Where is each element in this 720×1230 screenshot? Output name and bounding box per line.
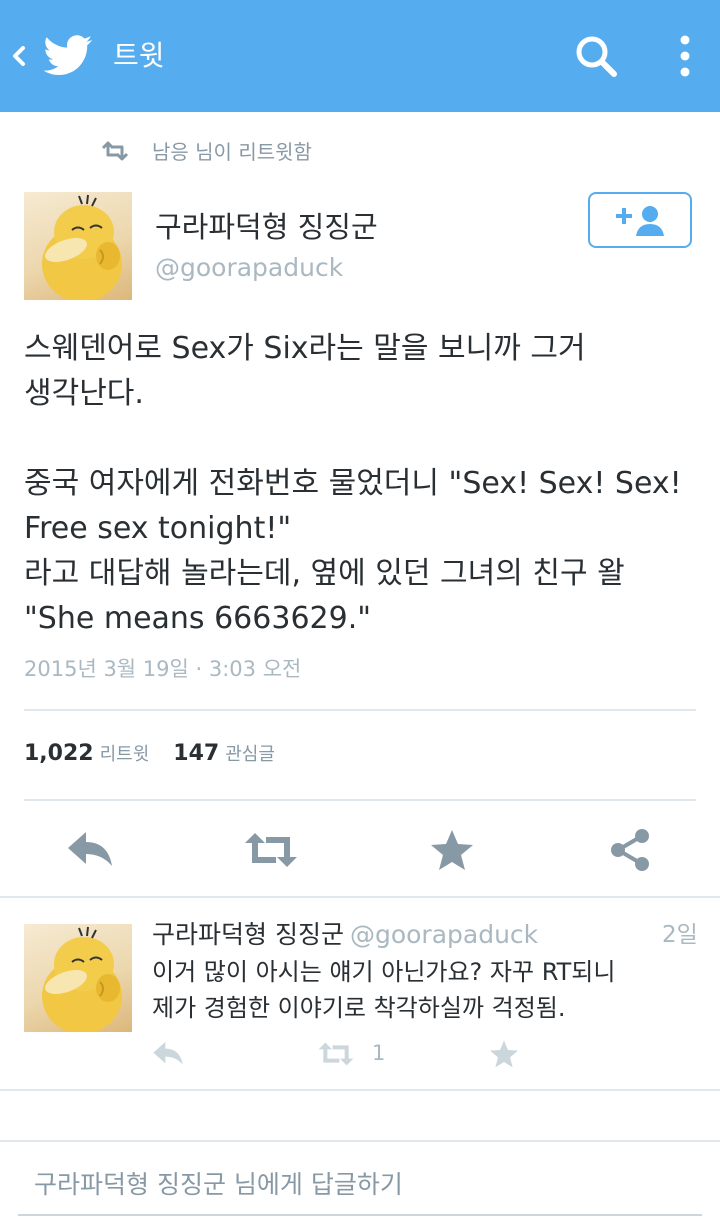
reply-avatar[interactable] bbox=[24, 924, 132, 1032]
reply-line: 제가 경험한 이야기로 착각하실까 걱정됨. bbox=[152, 994, 566, 1022]
reply-time: 2일 bbox=[662, 922, 698, 948]
author-name[interactable]: 구라파덕형 징징군 bbox=[155, 208, 378, 246]
reply-text: 이거 많이 아시는 얘기 아닌가요? 자꾸 RT되니 제가 경험한 이야기로 착… bbox=[152, 954, 692, 1026]
reply-author[interactable]: 구라파덕형 징징군 @goorapaduck bbox=[152, 918, 538, 952]
divider bbox=[0, 1140, 720, 1142]
tweet-line: 라고 대답해 놀라는데, 옆에 있던 그녀의 친구 왈 bbox=[24, 556, 625, 591]
reply-icon[interactable] bbox=[64, 826, 116, 874]
tweet-line bbox=[24, 416, 704, 461]
reply-input[interactable]: 구라파덕형 징징군 님에게 답글하기 bbox=[18, 1162, 702, 1216]
tweet-line: 중국 여자에게 전화번호 물었더니 "Sex! Sex! Sex! bbox=[24, 466, 682, 501]
tweet-text: 스웨덴어로 Sex가 Six라는 말을 보니까 그거 생각난다. 중국 여자에게… bbox=[24, 326, 704, 641]
divider bbox=[24, 799, 696, 801]
reply-retweet-count: 1 bbox=[372, 1041, 386, 1065]
divider bbox=[0, 896, 720, 898]
twitter-bird-icon[interactable] bbox=[42, 34, 94, 78]
avatar[interactable] bbox=[24, 192, 132, 300]
header-title: 트윗 bbox=[113, 39, 165, 72]
retweet-label[interactable]: 리트윗 bbox=[100, 744, 150, 765]
favorite-count[interactable]: 147 bbox=[173, 741, 219, 766]
reply-line: 이거 많이 아시는 얘기 아닌가요? 자꾸 RT되니 bbox=[152, 958, 616, 986]
retweet-icon[interactable] bbox=[242, 826, 300, 874]
reply-author-name: 구라파덕형 징징군 bbox=[152, 920, 344, 949]
search-icon[interactable] bbox=[572, 32, 620, 80]
author-handle[interactable]: @goorapaduck bbox=[155, 251, 343, 285]
retweet-count[interactable]: 1,022 bbox=[24, 741, 94, 766]
tweet-line: 스웨덴어로 Sex가 Six라는 말을 보니까 그거 bbox=[24, 331, 586, 366]
share-icon[interactable] bbox=[606, 826, 658, 874]
retweet-icon[interactable] bbox=[316, 1038, 356, 1070]
reply-icon[interactable] bbox=[150, 1038, 186, 1070]
tweet-line: 생각난다. bbox=[24, 376, 144, 411]
divider bbox=[0, 1089, 720, 1091]
tweet-line: "She means 6663629." bbox=[24, 601, 372, 636]
star-icon[interactable] bbox=[428, 826, 480, 874]
retweet-context-text: 남응 님이 리트윗함 bbox=[152, 140, 312, 164]
follow-button[interactable] bbox=[588, 192, 692, 248]
star-icon[interactable] bbox=[488, 1038, 520, 1070]
reply-input-placeholder: 구라파덕형 징징군 님에게 답글하기 bbox=[34, 1170, 403, 1199]
tweet-stats: 1,022 리트윗 147 관심글 bbox=[24, 740, 299, 774]
chevron-left-icon[interactable] bbox=[8, 34, 30, 78]
app-header: 트윗 bbox=[0, 0, 720, 112]
tweet-timestamp: 2015년 3월 19일 · 3:03 오전 bbox=[24, 657, 302, 681]
retweet-icon bbox=[101, 141, 129, 161]
tweet-line: Free sex tonight!" bbox=[24, 511, 292, 546]
more-vertical-icon[interactable] bbox=[670, 32, 700, 80]
reply-author-handle: @goorapaduck bbox=[349, 920, 539, 949]
add-user-icon bbox=[616, 206, 664, 236]
favorite-label[interactable]: 관심글 bbox=[225, 744, 275, 765]
divider bbox=[24, 709, 696, 711]
